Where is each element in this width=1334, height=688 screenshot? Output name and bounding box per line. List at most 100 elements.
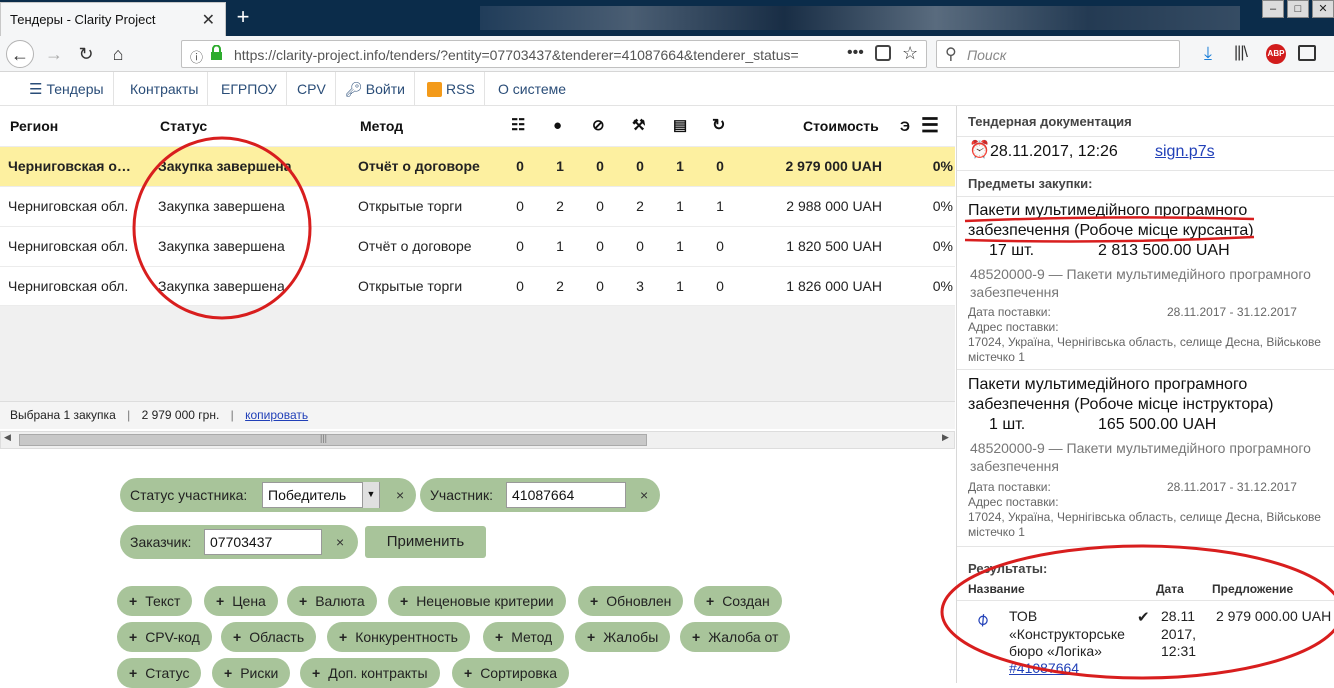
tab-close-icon[interactable]: ✕ (202, 10, 215, 30)
header-extra[interactable]: Э (900, 106, 910, 146)
winner-code-link[interactable]: #41087664 (1009, 660, 1079, 676)
filter-tag-region[interactable]: + Область (221, 622, 317, 652)
filter-tag-extra-contracts[interactable]: + Доп. контракты (300, 658, 440, 688)
download-icon[interactable]: ⤓ (1204, 43, 1212, 64)
items-title: Предметы закупки: (968, 176, 1093, 191)
pocket-icon[interactable] (875, 45, 891, 61)
menu-tenders[interactable]: ☰ Тендеры (20, 72, 114, 106)
participants-icon[interactable]: ● (553, 106, 562, 146)
cell-cost: 2 988 000 UAH (786, 198, 882, 214)
window-close-icon[interactable]: ✕ (1312, 0, 1334, 18)
header-status[interactable]: Статус (160, 106, 207, 146)
search-placeholder: Поиск (967, 47, 1007, 63)
key-icon: 🔑︎ (345, 81, 363, 97)
filter-tag-sorting[interactable]: + Сортировка (452, 658, 570, 688)
filter-tag-competition[interactable]: + Конкурентность (327, 622, 470, 652)
filter-tag-label: CPV-код (145, 629, 200, 645)
scrollbar-thumb[interactable]: ||| (19, 433, 647, 446)
menu-cpv[interactable]: CPV (288, 72, 336, 106)
cell-count: 0 (716, 158, 724, 174)
scroll-right-icon[interactable]: ▶ (942, 432, 949, 443)
customer-filter: Заказчик: 07703437 × (120, 525, 358, 559)
cell-count: 0 (596, 158, 604, 174)
document-icon[interactable]: ▤ (673, 106, 687, 146)
apply-button[interactable]: Применить (365, 526, 486, 558)
cell-count: 0 (596, 198, 604, 214)
table-row[interactable]: Черниговская обл. Закупка завершена Отчё… (0, 226, 955, 266)
delivery-date: 28.11.2017 - 31.12.2017 (1167, 480, 1297, 494)
chevron-down-icon[interactable]: ▼ (362, 482, 379, 508)
header-region[interactable]: Регион (10, 106, 58, 146)
participant-input[interactable]: 41087664 (506, 482, 626, 508)
table-row[interactable]: Черниговская о… Закупка завершена Отчёт … (0, 146, 955, 186)
search-bar[interactable]: ⚲ Поиск (936, 40, 1180, 68)
menu-about[interactable]: О системе (489, 72, 575, 106)
clear-filter-icon[interactable]: × (396, 478, 404, 512)
filter-tag-status[interactable]: + Статус (117, 658, 202, 688)
menu-edrpou[interactable]: ЕГРПОУ (212, 72, 287, 106)
item-name: Пакети мультимедійного програмного (968, 376, 1248, 393)
winner-name: «Конструкторське (1009, 626, 1125, 642)
browser-tab[interactable]: Тендеры - Clarity Project ✕ (0, 2, 226, 36)
table-row[interactable]: Черниговская обл. Закупка завершена Откр… (0, 186, 955, 226)
library-icon[interactable]: |||\ (1234, 44, 1248, 62)
bookmark-star-icon[interactable]: ☆ (902, 43, 918, 64)
back-arrow-icon[interactable]: ← (6, 40, 34, 68)
copy-link[interactable]: копировать (245, 408, 308, 422)
reload-icon[interactable]: ↻ (72, 40, 100, 68)
minimize-icon[interactable]: – (1262, 0, 1284, 18)
horizontal-scrollbar[interactable]: ◀ ||| ▶ (0, 431, 955, 449)
item-name: забезпечення (Робоче місце курсанта) (968, 222, 1254, 239)
winner-name: ТОВ (1009, 608, 1038, 624)
clear-filter-icon[interactable]: × (640, 478, 648, 512)
page-actions-icon[interactable]: ••• (847, 44, 864, 62)
forward-arrow-icon[interactable]: → (40, 40, 68, 68)
header-cost[interactable]: Стоимость (803, 106, 879, 146)
lots-icon[interactable]: ☷ (511, 106, 525, 146)
cell-count: 0 (716, 238, 724, 254)
menu-contracts[interactable]: Контракты (121, 72, 209, 106)
maximize-icon[interactable]: □ (1287, 0, 1309, 18)
scroll-left-icon[interactable]: ◀ (4, 432, 11, 443)
filter-tag-text[interactable]: + Текст (117, 586, 193, 616)
menu-login[interactable]: 🔑︎ Войти (336, 72, 415, 106)
address-bar[interactable]: ⓘ https://clarity-project.info/tenders/?… (181, 40, 927, 68)
adblock-icon[interactable]: ABP (1266, 44, 1286, 64)
participant-status-select[interactable]: Победитель ▼ (262, 482, 380, 508)
filter-tag-complaints[interactable]: + Жалобы (575, 622, 671, 652)
cell-status: Закупка завершена (158, 158, 292, 174)
clear-filter-icon[interactable]: × (336, 525, 344, 559)
filter-tag-price[interactable]: + Цена (204, 586, 278, 616)
delivery-date-label: Дата поставки: (968, 480, 1051, 494)
menu-rss[interactable]: RSS (418, 72, 485, 106)
filter-tag-risks[interactable]: + Риски (212, 658, 291, 688)
filter-tag-complaint-from[interactable]: + Жалоба от (680, 622, 791, 652)
disqualified-icon[interactable]: ⊘ (592, 106, 605, 146)
filter-tag-cpv[interactable]: + CPV-код (117, 622, 212, 652)
info-icon[interactable]: ⓘ (190, 47, 203, 66)
item-name: Пакети мультимедійного програмного (968, 202, 1248, 219)
menu-icon[interactable]: ☰ (921, 106, 939, 146)
header-method[interactable]: Метод (360, 106, 403, 146)
address: 17024, Україна, Чернігівська область, се… (968, 510, 1321, 524)
sidebar-toggle-icon[interactable] (1298, 45, 1316, 61)
filter-tag-created[interactable]: + Создан (694, 586, 782, 616)
filter-tag-updated[interactable]: + Обновлен (578, 586, 684, 616)
participant-status-filter: Статус участника: Победитель ▼ × (120, 478, 416, 512)
attachment-icon[interactable]: ⌀ (972, 608, 994, 631)
refresh-icon[interactable]: ↻ (712, 106, 725, 146)
participant-status-value: Победитель (268, 487, 347, 503)
filter-tag-nonprice[interactable]: + Неценовые критерии (388, 586, 566, 616)
filter-tag-label: Валюта (315, 593, 365, 609)
table-row[interactable]: Черниговская обл. Закупка завершена Откр… (0, 266, 955, 306)
filter-tag-method[interactable]: + Метод (483, 622, 565, 652)
doc-link[interactable]: sign.p7s (1155, 143, 1215, 161)
auction-hammer-icon[interactable]: ⚒ (632, 106, 645, 146)
home-icon[interactable]: ⌂ (104, 40, 132, 68)
new-tab-icon[interactable]: + (230, 3, 256, 31)
lock-icon (210, 44, 223, 61)
cell-cost: 2 979 000 UAH (785, 158, 882, 174)
filter-tag-currency[interactable]: + Валюта (287, 586, 377, 616)
customer-input[interactable]: 07703437 (204, 529, 322, 555)
filter-tag-label: Неценовые критерии (416, 593, 554, 609)
